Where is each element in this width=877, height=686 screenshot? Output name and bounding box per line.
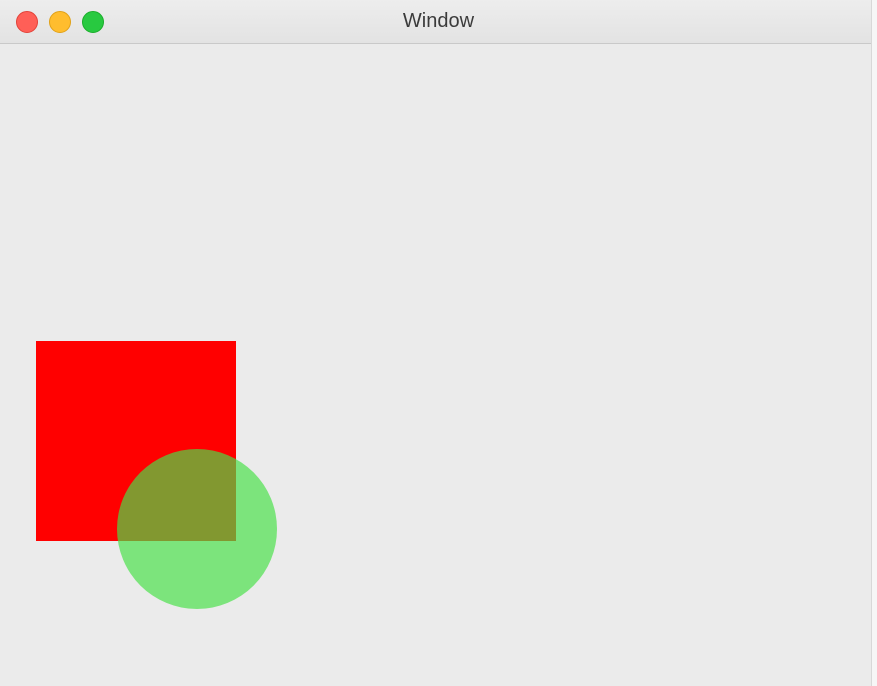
minimize-button[interactable] — [49, 11, 71, 33]
window-content — [0, 44, 877, 686]
window-titlebar: Window — [0, 0, 877, 44]
window-right-edge — [871, 0, 877, 686]
green-circle-shape — [117, 449, 277, 609]
close-button[interactable] — [16, 11, 38, 33]
traffic-lights — [0, 11, 104, 33]
window-title: Window — [0, 10, 877, 33]
zoom-button[interactable] — [82, 11, 104, 33]
